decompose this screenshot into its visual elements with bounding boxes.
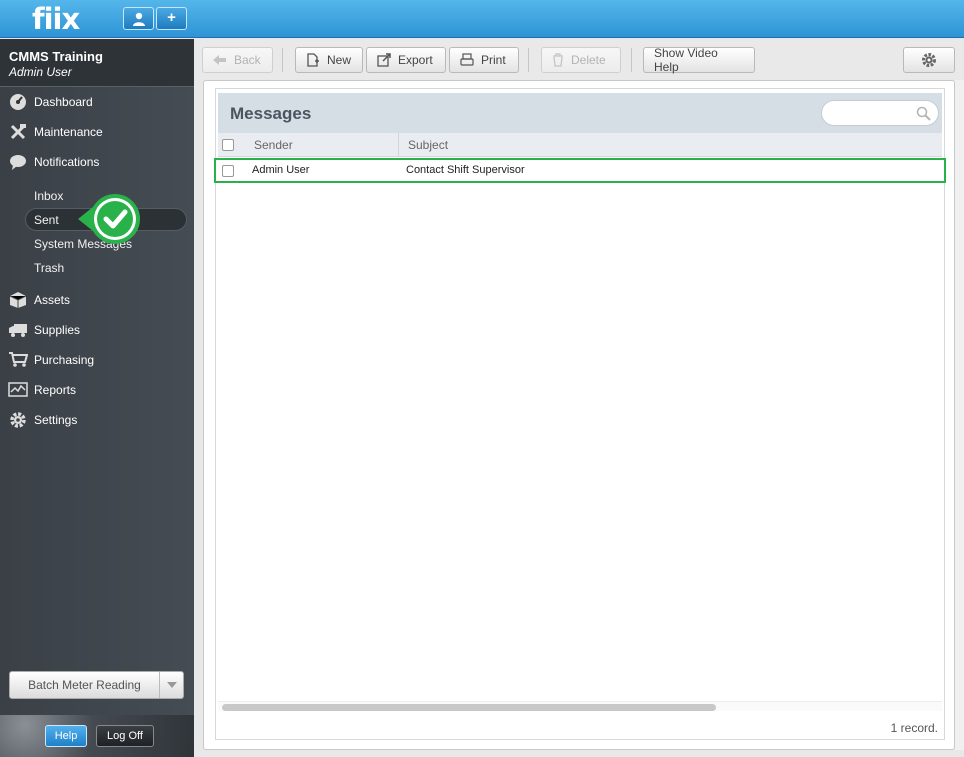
user-icon (132, 12, 145, 26)
sidebar-subitem-sent[interactable]: Sent (34, 213, 59, 227)
cart-icon (8, 351, 28, 369)
print-label: Print (481, 53, 506, 67)
select-all-checkbox[interactable] (222, 139, 234, 151)
delete-label: Delete (571, 53, 606, 67)
row-checkbox[interactable] (222, 165, 234, 177)
sidebar-item-label: Maintenance (34, 125, 103, 139)
sidebar-item-label: Notifications (34, 155, 100, 169)
page-title: Messages (230, 104, 312, 123)
horizontal-scrollbar[interactable] (218, 701, 942, 711)
table-header: Sender Subject (218, 133, 942, 157)
sidebar: CMMS Training Admin User Dashboard Maint… (0, 39, 194, 757)
log-off-button[interactable]: Log Off (96, 725, 154, 747)
chevron-down-icon[interactable] (167, 682, 177, 688)
search-icon[interactable] (916, 106, 931, 124)
sidebar-item-dashboard[interactable]: Dashboard (8, 91, 93, 113)
sidebar-subitem-inbox[interactable]: Inbox (34, 189, 63, 203)
row-sender: Admin User (252, 164, 310, 176)
account-header: CMMS Training Admin User (0, 39, 194, 87)
sidebar-item-label: Purchasing (34, 353, 95, 367)
sidebar-footer: Help Log Off (0, 715, 194, 757)
truck-icon (8, 321, 28, 339)
show-video-help-button[interactable]: Show Video Help (643, 46, 755, 74)
settings-gear-button[interactable] (903, 47, 955, 73)
sidebar-item-settings[interactable]: Settings (8, 409, 77, 431)
wrench-hammer-icon (8, 123, 28, 141)
sidebar-item-label: Reports (34, 383, 77, 397)
back-button[interactable]: Back (202, 47, 273, 73)
messages-header: Messages (218, 93, 942, 133)
toolbar-divider (282, 48, 283, 72)
toolbar: Back New Export Print Delete Show Video … (195, 39, 964, 79)
messages-grid: Messages Sender Subject Admin User Conta… (214, 88, 946, 740)
main-panel: Messages Sender Subject Admin User Conta… (203, 80, 955, 750)
column-header-sender[interactable]: Sender (254, 138, 293, 152)
quick-add-button[interactable]: + (156, 7, 187, 30)
chart-icon (8, 381, 28, 399)
search-input[interactable] (832, 105, 912, 121)
table-row[interactable]: Admin User Contact Shift Supervisor (214, 158, 946, 183)
new-label: New (327, 53, 352, 67)
print-button[interactable]: Print (449, 47, 519, 73)
sidebar-item-maintenance[interactable]: Maintenance (8, 121, 103, 143)
checkmark-callout-icon (76, 189, 142, 249)
sidebar-item-label: Dashboard (34, 95, 93, 109)
top-bar: fiix + (0, 0, 964, 38)
column-header-subject[interactable]: Subject (408, 138, 448, 152)
gear-icon (922, 53, 936, 67)
column-divider[interactable] (398, 133, 399, 157)
gear-icon (8, 411, 28, 429)
vertical-scrollbar[interactable] (955, 80, 964, 750)
search-box[interactable] (821, 100, 939, 126)
organization-name: CMMS Training (9, 49, 103, 64)
batch-meter-reading-button[interactable]: Batch Meter Reading (9, 671, 184, 699)
sidebar-item-label: Supplies (34, 323, 81, 337)
batch-meter-reading-label: Batch Meter Reading (10, 672, 160, 698)
printer-icon (460, 53, 474, 67)
sidebar-item-label: Settings (34, 413, 78, 427)
toolbar-divider (528, 48, 529, 72)
plus-icon: + (167, 9, 176, 26)
back-label: Back (234, 53, 261, 67)
current-user-name: Admin User (9, 65, 72, 79)
row-subject: Contact Shift Supervisor (406, 164, 525, 176)
show-video-help-label: Show Video Help (654, 46, 718, 74)
speech-bubble-icon (8, 153, 28, 171)
export-button[interactable]: Export (366, 47, 446, 73)
help-button[interactable]: Help (45, 725, 87, 747)
horizontal-scrollbar-thumb[interactable] (222, 704, 716, 711)
sidebar-item-notifications[interactable]: Notifications (8, 151, 99, 173)
sidebar-item-supplies[interactable]: Supplies (8, 319, 80, 341)
sidebar-item-reports[interactable]: Reports (8, 379, 76, 401)
sidebar-item-label: Assets (34, 293, 71, 307)
record-count: 1 record. (890, 721, 938, 735)
arrow-left-icon (213, 54, 227, 66)
box-icon (8, 291, 28, 309)
toolbar-divider (631, 48, 632, 72)
export-label: Export (398, 53, 433, 67)
fiix-logo[interactable]: fiix (32, 2, 80, 36)
sidebar-item-assets[interactable]: Assets (8, 289, 70, 311)
export-icon (377, 53, 391, 67)
sidebar-item-purchasing[interactable]: Purchasing (8, 349, 94, 371)
new-document-icon (306, 53, 320, 67)
delete-button[interactable]: Delete (541, 47, 621, 73)
dashboard-gauge-icon (8, 93, 28, 111)
sidebar-subitem-trash[interactable]: Trash (34, 261, 64, 275)
trash-icon (552, 53, 564, 67)
new-button[interactable]: New (295, 47, 363, 73)
user-profile-button[interactable] (123, 7, 154, 30)
